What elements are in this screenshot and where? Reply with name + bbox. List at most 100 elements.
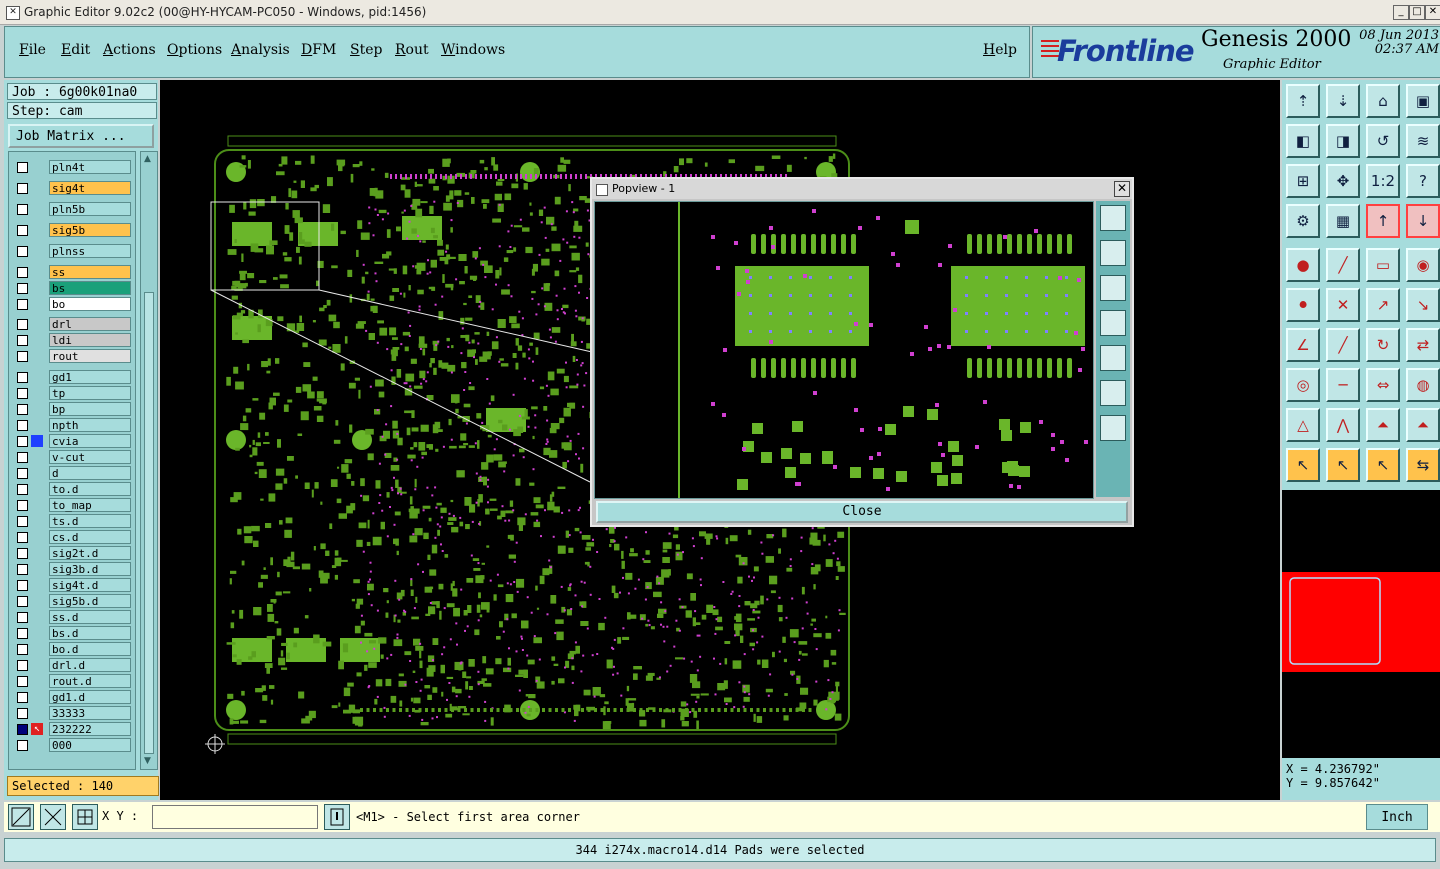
menu-dfm[interactable]: DFM bbox=[301, 42, 336, 58]
layer-row[interactable]: ldi bbox=[9, 333, 133, 347]
layer-row[interactable]: plnss bbox=[9, 244, 133, 258]
polygon-icon[interactable]: ⏶ bbox=[1366, 408, 1400, 442]
popview-pan-left-icon[interactable] bbox=[1100, 310, 1126, 336]
layer-row[interactable]: to.d bbox=[9, 482, 133, 496]
layer-checkbox[interactable] bbox=[17, 484, 28, 495]
layer-row[interactable]: cs.d bbox=[9, 530, 133, 544]
layer-down-icon[interactable]: ↓ bbox=[1406, 204, 1440, 238]
zoom-in-icon[interactable]: ◧ bbox=[1286, 124, 1320, 158]
layer-row[interactable]: sig4t.d bbox=[9, 578, 133, 592]
layer-row[interactable]: to_map bbox=[9, 498, 133, 512]
layer-name[interactable]: pln4t bbox=[49, 160, 131, 174]
select-icon[interactable]: ↖ bbox=[1286, 448, 1320, 482]
layer-name[interactable]: rout.d bbox=[49, 674, 131, 688]
menu-file[interactable]: File bbox=[19, 42, 46, 58]
layer-row[interactable]: sig5b.d bbox=[9, 594, 133, 608]
layer-checkbox[interactable] bbox=[17, 596, 28, 607]
popview-zoom-out-icon[interactable] bbox=[1100, 380, 1126, 406]
layer-row[interactable]: bo.d bbox=[9, 642, 133, 656]
layer-checkbox[interactable] bbox=[17, 580, 28, 591]
layer-row[interactable]: npth bbox=[9, 418, 133, 432]
triangle-icon[interactable]: △ bbox=[1286, 408, 1320, 442]
snap-point-icon[interactable]: ◎ bbox=[1286, 368, 1320, 402]
job-matrix-button[interactable]: Job Matrix ... bbox=[8, 124, 154, 148]
layer-list-scrollbar[interactable]: ▲ ▼ bbox=[140, 151, 158, 770]
measure-icon[interactable] bbox=[40, 804, 66, 830]
layer-name[interactable]: ss.d bbox=[49, 610, 131, 624]
layer-checkbox[interactable] bbox=[17, 548, 28, 559]
layer-checkbox[interactable] bbox=[17, 267, 28, 278]
layer-checkbox[interactable] bbox=[17, 204, 28, 215]
layer-row[interactable]: d bbox=[9, 466, 133, 480]
layer-name[interactable]: drl bbox=[49, 317, 131, 331]
layer-row[interactable]: 33333 bbox=[9, 706, 133, 720]
layer-row[interactable]: bo bbox=[9, 297, 133, 311]
menu-actions[interactable]: Actions bbox=[103, 42, 156, 58]
layer-name[interactable]: 33333 bbox=[49, 706, 131, 720]
layer-name[interactable]: bs bbox=[49, 281, 131, 295]
menu-options[interactable]: Options bbox=[167, 42, 222, 58]
popview-canvas[interactable] bbox=[594, 201, 1094, 499]
zoom-out-icon[interactable]: ◨ bbox=[1326, 124, 1360, 158]
layer-checkbox[interactable] bbox=[17, 404, 28, 415]
popview-pan-down-icon[interactable] bbox=[1100, 275, 1126, 301]
layer-up-icon[interactable]: ↑ bbox=[1366, 204, 1400, 238]
layer-name[interactable]: npth bbox=[49, 418, 131, 432]
layer-row[interactable]: 232222 ↖ bbox=[9, 722, 133, 736]
layer-name[interactable]: cvia bbox=[49, 434, 131, 448]
layer-checkbox[interactable] bbox=[17, 283, 28, 294]
layer-name[interactable]: sig3b.d bbox=[49, 562, 131, 576]
save-icon[interactable]: ⇣ bbox=[1326, 84, 1360, 118]
popview-close-icon[interactable]: ✕ bbox=[1114, 181, 1130, 197]
zoom-home-icon[interactable]: ↺ bbox=[1366, 124, 1400, 158]
layer-row[interactable]: cvia bbox=[9, 434, 133, 448]
layer-checkbox[interactable] bbox=[17, 660, 28, 671]
layer-checkbox[interactable] bbox=[17, 612, 28, 623]
layer-checkbox[interactable] bbox=[17, 644, 28, 655]
menu-windows[interactable]: Windows bbox=[441, 42, 505, 58]
layer-checkbox[interactable] bbox=[17, 319, 28, 330]
select-area-icon[interactable]: ↖ bbox=[1326, 448, 1360, 482]
layer-name[interactable]: v-cut bbox=[49, 450, 131, 464]
info-icon[interactable] bbox=[324, 804, 350, 830]
layer-checkbox[interactable] bbox=[17, 162, 28, 173]
layer-name[interactable]: bo.d bbox=[49, 642, 131, 656]
ruler-icon[interactable]: ▭ bbox=[1366, 248, 1400, 282]
layer-row[interactable]: ts.d bbox=[9, 514, 133, 528]
layer-checkbox[interactable] bbox=[17, 500, 28, 511]
layer-row[interactable]: drl bbox=[9, 317, 133, 331]
layer-name[interactable]: ts.d bbox=[49, 514, 131, 528]
add-line-icon[interactable]: ╱ bbox=[1326, 248, 1360, 282]
slope-icon[interactable]: ╱ bbox=[1326, 328, 1360, 362]
open-step-icon[interactable]: ⇡ bbox=[1286, 84, 1320, 118]
menu-analysis[interactable]: Analysis bbox=[231, 42, 290, 58]
layer-checkbox[interactable] bbox=[17, 468, 28, 479]
grid-icon[interactable] bbox=[72, 804, 98, 830]
layer-name[interactable]: gd1 bbox=[49, 370, 131, 384]
layer-row[interactable]: drl.d bbox=[9, 658, 133, 672]
layer-checkbox[interactable] bbox=[17, 372, 28, 383]
layer-name[interactable]: plnss bbox=[49, 244, 131, 258]
arc-icon[interactable]: ⋀ bbox=[1326, 408, 1360, 442]
layer-name[interactable]: bs.d bbox=[49, 626, 131, 640]
layer-checkbox[interactable] bbox=[17, 420, 28, 431]
connect-icon[interactable]: ⚫ bbox=[1286, 288, 1320, 322]
popview-pan-up-icon[interactable] bbox=[1100, 240, 1126, 266]
layer-row[interactable]: ss.d bbox=[9, 610, 133, 624]
move-icon[interactable]: ↗ bbox=[1366, 288, 1400, 322]
layer-name[interactable]: tp bbox=[49, 386, 131, 400]
layer-name[interactable]: bo bbox=[49, 297, 131, 311]
fit-icon[interactable]: ⊞ bbox=[1286, 164, 1320, 198]
menu-step[interactable]: Step bbox=[350, 42, 382, 58]
layer-name[interactable]: sig4t.d bbox=[49, 578, 131, 592]
measure-tool-icon[interactable]: ⚙ bbox=[1286, 204, 1320, 238]
layer-name[interactable]: bp bbox=[49, 402, 131, 416]
layer-name[interactable]: rout bbox=[49, 349, 131, 363]
layer-row[interactable]: gd1 bbox=[9, 370, 133, 384]
menu-rout[interactable]: Rout bbox=[395, 42, 429, 58]
scroll-thumb[interactable] bbox=[144, 292, 154, 754]
help-icon[interactable]: ? bbox=[1406, 164, 1440, 198]
unit-selector[interactable]: Inch bbox=[1366, 804, 1428, 830]
popview-zoom-icon[interactable] bbox=[1100, 205, 1126, 231]
layer-checkbox[interactable] bbox=[17, 516, 28, 527]
